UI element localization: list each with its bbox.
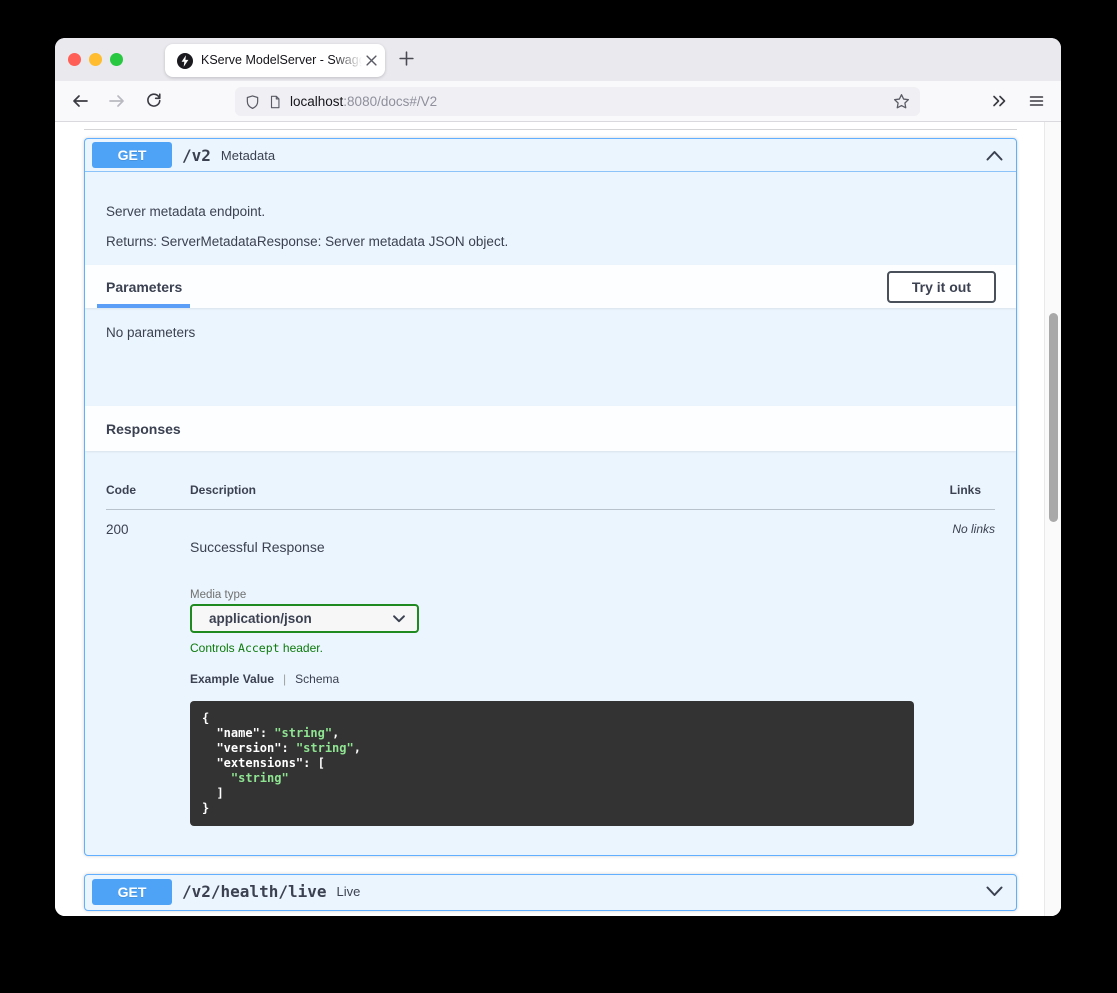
scrollbar-thumb[interactable] (1049, 313, 1058, 522)
get-method-badge: GET (92, 142, 172, 168)
example-schema-tabs: Example Value | Schema (190, 672, 952, 686)
url-bar[interactable]: localhost:8080/docs#/V2 (235, 87, 920, 116)
forward-icon[interactable] (108, 93, 126, 109)
example-code: { "name": "string", "version": "string",… (190, 701, 914, 826)
endpoint-summary: Metadata (221, 148, 275, 163)
response-description: Successful Response (190, 522, 952, 555)
response-links: No links (952, 522, 995, 826)
get-method-badge: GET (92, 879, 172, 905)
tab-title-wrap: KServe ModelServer - Swagger UI (201, 53, 362, 69)
tab-title: KServe ModelServer - Swagger UI (201, 53, 362, 67)
opblock-get-v2: GET /v2 Metadata Server metadata endpoin… (84, 138, 1017, 856)
traffic-lights (68, 53, 123, 66)
back-icon[interactable] (71, 93, 89, 109)
tab-schema[interactable]: Schema (295, 672, 339, 686)
close-window-button[interactable] (68, 53, 81, 66)
menu-hamburger-icon[interactable] (1028, 93, 1045, 109)
new-tab-icon[interactable] (398, 50, 415, 67)
opblock-get-live-header[interactable]: GET /v2/health/live Live (85, 875, 1016, 908)
response-row-200: 200 Successful Response Media type appli… (106, 522, 995, 826)
shield-icon[interactable] (245, 94, 260, 110)
select-chevron-down-icon (393, 615, 405, 623)
tab-example-value[interactable]: Example Value (190, 672, 274, 686)
no-parameters-text: No parameters (85, 308, 1016, 406)
media-type-selected-value: application/json (209, 611, 312, 626)
endpoint-path: /v2 (182, 146, 211, 165)
expand-chevron-down-icon[interactable] (985, 885, 1004, 898)
section-divider (84, 129, 1017, 130)
browser-window: KServe ModelServer - Swagger UI (55, 38, 1061, 916)
response-code: 200 (106, 522, 190, 826)
accept-note-code: Accept (238, 641, 280, 655)
responses-table-head: Code Description Links (106, 483, 995, 497)
description-line: Returns: ServerMetadataResponse: Server … (106, 234, 995, 249)
url-text[interactable]: localhost:8080/docs#/V2 (290, 94, 437, 109)
accept-note-suffix: header. (280, 641, 323, 655)
endpoint-summary: Live (337, 884, 361, 899)
opblock-get-v2-health-live: GET /v2/health/live Live (84, 874, 1017, 911)
column-header-links: Links (950, 483, 995, 497)
tabs-separator: | (283, 672, 286, 686)
parameters-tab-underline (97, 304, 190, 308)
url-host: localhost (290, 94, 343, 109)
page-info-icon[interactable] (268, 94, 282, 110)
media-type-select[interactable]: application/json (190, 604, 419, 633)
swagger-page-content: GET /v2 Metadata Server metadata endpoin… (55, 122, 1061, 916)
reload-icon[interactable] (145, 92, 162, 109)
minimize-window-button[interactable] (89, 53, 102, 66)
tab-parameters[interactable]: Parameters (106, 265, 182, 308)
accept-header-note: Controls Accept header. (190, 641, 952, 655)
toolbar-overflow-icon[interactable] (991, 93, 1008, 109)
responses-header-bar: Responses (85, 406, 1016, 451)
responses-title: Responses (106, 421, 181, 437)
media-type-label: Media type (190, 589, 952, 601)
try-it-out-button[interactable]: Try it out (887, 271, 996, 303)
collapse-chevron-up-icon[interactable] (985, 149, 1004, 162)
tab-bar: KServe ModelServer - Swagger UI (55, 38, 1061, 81)
browser-tab[interactable]: KServe ModelServer - Swagger UI (165, 44, 385, 77)
tab-close-icon[interactable] (366, 55, 377, 66)
column-header-code: Code (106, 483, 190, 497)
accept-note-prefix: Controls (190, 641, 238, 655)
scrollbar-track[interactable] (1044, 122, 1061, 916)
fastapi-favicon-icon (177, 53, 193, 69)
column-header-description: Description (190, 483, 950, 497)
zoom-window-button[interactable] (110, 53, 123, 66)
endpoint-path: /v2/health/live (182, 882, 327, 901)
url-path: :8080/docs#/V2 (343, 94, 437, 109)
description-line: Server metadata endpoint. (106, 204, 995, 219)
response-description-cell: Successful Response Media type applicati… (190, 522, 952, 826)
responses-table: Code Description Links 200 Successful Re… (85, 451, 1016, 826)
navigation-toolbar: localhost:8080/docs#/V2 (55, 81, 1061, 122)
bookmark-star-icon[interactable] (893, 93, 910, 110)
table-head-divider (106, 509, 995, 510)
parameters-header-bar: Parameters Try it out (85, 265, 1016, 308)
opblock-get-v2-header[interactable]: GET /v2 Metadata (85, 139, 1016, 172)
endpoint-description: Server metadata endpoint. Returns: Serve… (85, 172, 1016, 249)
